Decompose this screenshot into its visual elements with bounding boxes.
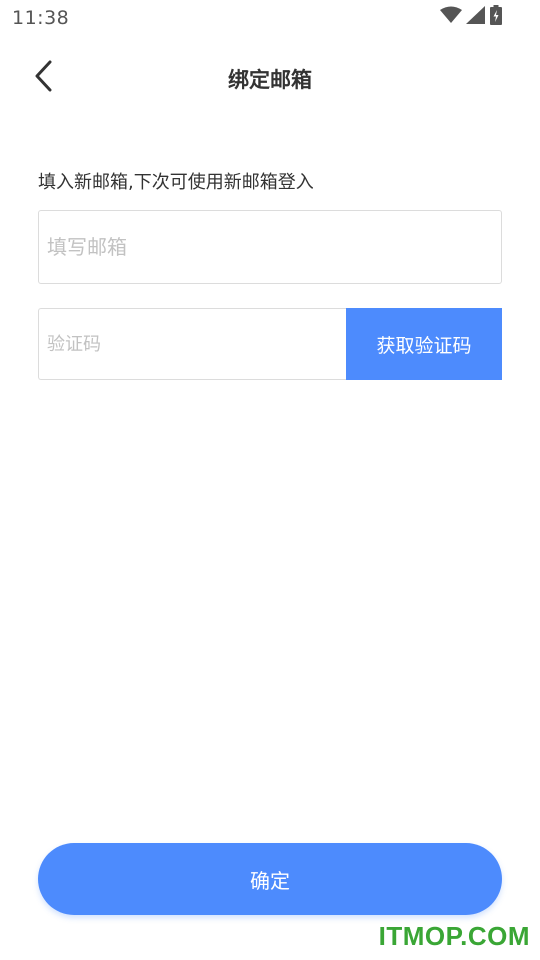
status-bar: 11:38 xyxy=(0,0,540,36)
verification-code-field[interactable] xyxy=(38,308,346,380)
get-code-button[interactable]: 获取验证码 xyxy=(346,308,502,380)
status-time: 11:38 xyxy=(12,7,70,29)
bind-email-screen: 11:38 绑定邮箱 填入新邮箱,下次可使用新邮箱登入 填写邮箱 验证码 获取验… xyxy=(0,0,540,960)
header: 绑定邮箱 xyxy=(0,50,540,106)
wifi-icon xyxy=(440,6,462,28)
confirm-button[interactable]: 确定 xyxy=(38,843,502,915)
page-title: 绑定邮箱 xyxy=(228,68,312,92)
email-field[interactable] xyxy=(38,210,502,284)
watermark-logo: ITMOP.COM xyxy=(378,921,530,951)
status-icons xyxy=(440,5,502,29)
hint-text: 填入新邮箱,下次可使用新邮箱登入 xyxy=(38,172,314,193)
verification-code-row: 获取验证码 xyxy=(38,308,502,380)
cellular-signal-icon xyxy=(466,6,486,28)
battery-charging-icon xyxy=(490,5,502,29)
